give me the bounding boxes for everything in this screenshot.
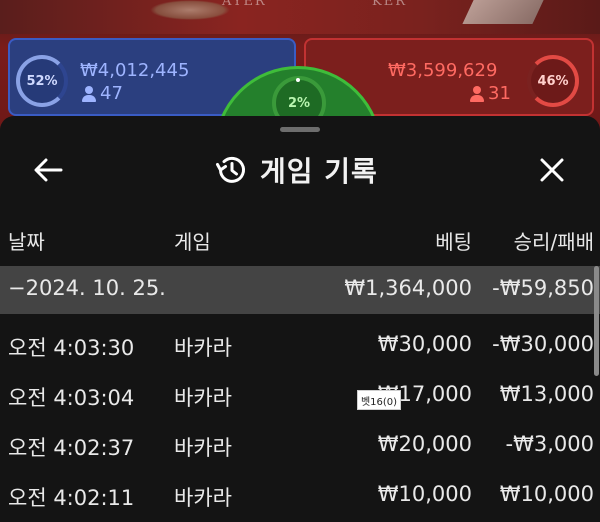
player-percent-ring: 52% — [16, 55, 68, 107]
table-header: 날짜 게임 베팅 승리/패배 — [0, 226, 600, 260]
table-row[interactable]: 오전 4:03:30 바카라 ₩30,000 -₩30,000 — [0, 322, 600, 370]
card-image — [462, 0, 544, 24]
sheet-title-group: 게임 기록 — [214, 150, 378, 190]
bet-tooltip: 벳16(0) — [357, 390, 401, 410]
row-time: 오전 4:03:30 — [8, 336, 135, 360]
tie-indicator-dot — [296, 78, 300, 82]
column-game: 게임 — [174, 230, 211, 254]
banker-bettor-count: 31 — [470, 83, 511, 104]
row-game: 바카라 — [174, 436, 232, 460]
player-bettor-count: 47 — [82, 83, 123, 104]
tie-percent: 2% — [287, 95, 311, 111]
row-time: 오전 4:02:37 — [8, 436, 135, 460]
game-history-sheet: 게임 기록 날짜 게임 베팅 승리/패배 −2024. 10. 25. ₩1,3… — [0, 116, 600, 522]
row-result: -₩30,000 — [492, 332, 594, 356]
drag-handle[interactable] — [280, 127, 320, 132]
banker-percent: 46% — [537, 73, 569, 89]
player-area-label: AYER — [222, 0, 267, 9]
player-percent: 52% — [26, 73, 58, 89]
page-title: 게임 기록 — [260, 155, 378, 188]
column-date: 날짜 — [8, 230, 45, 254]
sheet-header: 게임 기록 — [0, 136, 600, 200]
group-result-total: -₩59,850 — [492, 276, 594, 300]
table-row[interactable]: 오전 4:02:11 바카라 ₩10,000 ₩10,000 — [0, 472, 600, 520]
close-button[interactable] — [534, 152, 570, 188]
column-bet: 베팅 — [435, 230, 472, 254]
row-result: ₩13,000 — [499, 382, 594, 406]
chip-image — [150, 0, 230, 20]
player-count-value: 47 — [100, 83, 123, 104]
person-icon — [82, 85, 96, 102]
row-result: -₩3,000 — [505, 432, 594, 456]
group-date: −2024. 10. 25. — [8, 276, 166, 300]
row-bet: ₩20,000 — [377, 432, 472, 456]
scrollbar[interactable] — [594, 266, 599, 376]
person-icon — [470, 85, 484, 102]
column-result: 승리/패배 — [513, 230, 594, 254]
row-result: ₩10,000 — [499, 482, 594, 506]
banker-total-amount: ₩3,599,629 — [388, 60, 498, 81]
row-game: 바카라 — [174, 336, 232, 360]
banker-count-value: 31 — [488, 83, 511, 104]
arrow-left-icon — [34, 158, 63, 182]
row-time: 오전 4:03:04 — [8, 386, 135, 410]
date-group-row[interactable]: −2024. 10. 25. ₩1,364,000 -₩59,850 — [0, 266, 600, 314]
player-total-amount: ₩4,012,445 — [80, 60, 190, 81]
back-button[interactable] — [30, 152, 66, 188]
table-row[interactable]: 오전 4:02:37 바카라 ₩20,000 -₩3,000 — [0, 422, 600, 470]
history-clock-icon — [216, 156, 245, 183]
row-game: 바카라 — [174, 386, 232, 410]
banker-percent-ring: 46% — [527, 55, 579, 107]
row-time: 오전 4:02:11 — [8, 486, 135, 510]
close-icon — [540, 158, 564, 182]
group-bet-total: ₩1,364,000 — [344, 276, 472, 300]
row-game: 바카라 — [174, 486, 232, 510]
row-bet: ₩30,000 — [377, 332, 472, 356]
table-row[interactable]: 오전 4:03:04 바카라 ₩17,000 ₩13,000 — [0, 372, 600, 420]
row-bet: ₩10,000 — [377, 482, 472, 506]
banker-area-label: KER — [372, 0, 407, 9]
